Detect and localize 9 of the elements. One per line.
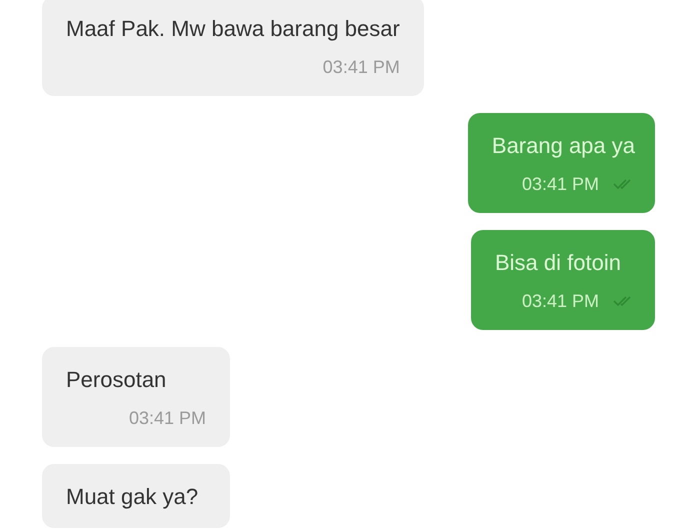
message-text: Muat gak ya? — [66, 483, 200, 511]
message-time: 03:41 PM — [522, 173, 599, 196]
message-time: 03:41 PM — [522, 290, 599, 313]
message-time: 03:41 PM — [322, 56, 400, 79]
message-text: Bisa di fotoin — [495, 249, 622, 277]
message-time: 03:41 PM — [128, 407, 206, 430]
message-text: Barang apa ya — [492, 132, 635, 160]
message-text: Perosotan — [66, 366, 168, 394]
message-text: Maaf Pak. Mw bawa barang besar — [66, 15, 400, 43]
